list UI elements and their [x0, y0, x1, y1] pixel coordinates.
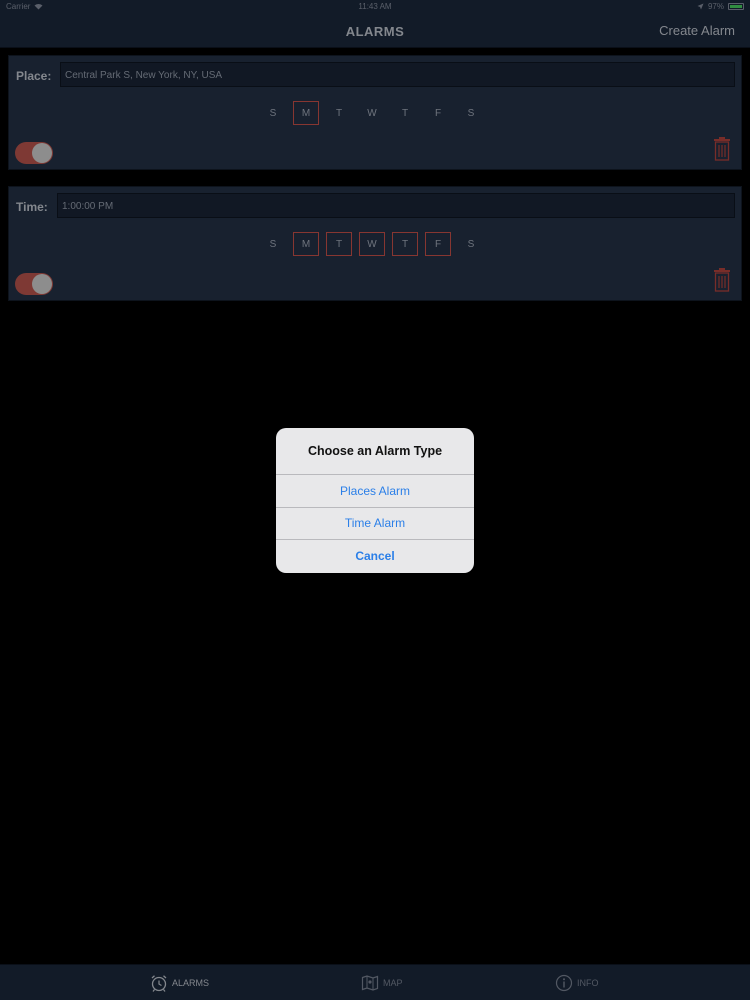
time-alarm-button[interactable]: Time Alarm [276, 508, 474, 540]
cancel-button[interactable]: Cancel [276, 540, 474, 573]
dialog-title: Choose an Alarm Type [276, 428, 474, 475]
alarm-type-dialog: Choose an Alarm Type Places Alarm Time A… [276, 428, 474, 573]
places-alarm-button[interactable]: Places Alarm [276, 475, 474, 508]
